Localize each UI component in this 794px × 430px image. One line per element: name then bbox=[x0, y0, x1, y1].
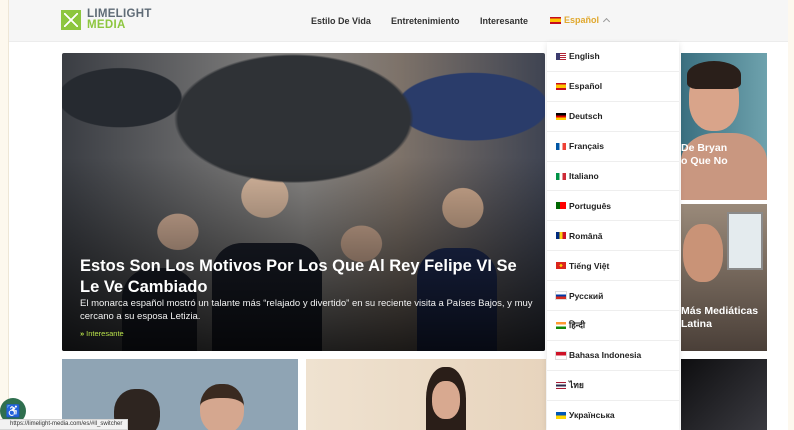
language-option-thai[interactable]: ไทย bbox=[547, 371, 679, 401]
logo-mark-icon bbox=[61, 10, 81, 30]
side-card-image bbox=[687, 61, 741, 89]
page-frame: LIMELIGHT MEDIA Estilo De Vida Entreteni… bbox=[8, 0, 788, 430]
language-option-portugues[interactable]: Português bbox=[547, 191, 679, 222]
language-option-romana[interactable]: Română bbox=[547, 221, 679, 252]
card-image bbox=[432, 381, 460, 419]
language-label: Bahasa Indonesia bbox=[569, 350, 642, 361]
hero-title[interactable]: Estos Son Los Motivos Por Los Que Al Rey… bbox=[80, 256, 535, 298]
vietnam-flag-icon bbox=[556, 262, 566, 270]
language-option-ukrainian[interactable]: Українська bbox=[547, 401, 679, 430]
nav-interesante[interactable]: Interesante bbox=[480, 16, 528, 26]
side-card-image bbox=[727, 212, 763, 270]
side-card-title[interactable]: Más Mediáticas Latina bbox=[681, 305, 758, 331]
italy-flag-icon bbox=[556, 172, 566, 180]
france-flag-icon bbox=[556, 142, 566, 150]
us-flag-icon bbox=[556, 52, 566, 60]
language-option-italiano[interactable]: Italiano bbox=[547, 162, 679, 192]
spain-flag-icon bbox=[550, 16, 561, 24]
side-card-image bbox=[683, 224, 723, 282]
language-option-hindi[interactable]: हिन्दी bbox=[547, 311, 679, 341]
site-header: LIMELIGHT MEDIA Estilo De Vida Entreteni… bbox=[9, 0, 788, 42]
portugal-flag-icon bbox=[556, 202, 566, 210]
india-flag-icon bbox=[556, 321, 566, 329]
language-option-espanol[interactable]: Español bbox=[547, 72, 679, 102]
language-label: Italiano bbox=[569, 171, 599, 181]
language-label: Deutsch bbox=[569, 111, 603, 122]
indonesia-flag-icon bbox=[555, 350, 567, 360]
language-option-tieng-viet[interactable]: Tiếng Việt bbox=[547, 251, 679, 282]
card-image bbox=[200, 384, 244, 430]
language-label: Українська bbox=[569, 410, 615, 421]
nav-entretenimiento[interactable]: Entretenimiento bbox=[391, 16, 460, 26]
nav-estilo-de-vida[interactable]: Estilo De Vida bbox=[311, 16, 371, 26]
current-language-label: Español bbox=[564, 15, 600, 25]
language-option-russian[interactable]: Pусский bbox=[547, 281, 679, 312]
browser-status-bar: https://limelight-media.com/es/#ll_switc… bbox=[0, 419, 129, 430]
language-label: हिन्दी bbox=[569, 319, 586, 330]
hero-article[interactable]: Estos Son Los Motivos Por Los Que Al Rey… bbox=[62, 53, 545, 351]
language-label: Tiếng Việt bbox=[569, 260, 610, 271]
language-option-deutsch[interactable]: Deutsch bbox=[547, 102, 679, 132]
side-card-2[interactable]: Más Mediáticas Latina bbox=[681, 204, 767, 351]
language-label: Pусский bbox=[569, 290, 604, 301]
side-card-1[interactable]: De Bryan o Que No bbox=[681, 53, 767, 200]
language-label: Español bbox=[569, 81, 603, 92]
chevron-up-icon bbox=[602, 17, 611, 25]
side-card-title-line: Latina bbox=[681, 318, 712, 330]
side-card-title-line: o Que No bbox=[681, 155, 728, 167]
hero-category[interactable]: » Interesante bbox=[80, 329, 124, 338]
side-card-3[interactable] bbox=[681, 359, 767, 430]
side-card-title-line: De Bryan bbox=[681, 142, 728, 154]
hero-category-label: Interesante bbox=[86, 329, 124, 338]
language-label: Română bbox=[569, 230, 603, 241]
bottom-card-middle[interactable] bbox=[306, 359, 546, 430]
germany-flag-icon bbox=[556, 112, 566, 120]
language-label: ไทย bbox=[569, 380, 584, 391]
logo-line-2: MEDIA bbox=[87, 19, 126, 31]
language-option-francais[interactable]: Français bbox=[547, 132, 679, 162]
romania-flag-icon bbox=[556, 232, 566, 240]
spain-flag-icon bbox=[556, 82, 566, 90]
language-switcher[interactable]: Español bbox=[550, 15, 611, 25]
side-card-title-line: Más Mediáticas bbox=[681, 305, 759, 317]
language-option-english[interactable]: English bbox=[547, 42, 679, 72]
side-card-title[interactable]: De Bryan o Que No bbox=[681, 142, 728, 168]
language-label: English bbox=[569, 51, 600, 62]
ukraine-flag-icon bbox=[556, 411, 566, 419]
logo-wordmark: LIMELIGHT MEDIA bbox=[87, 8, 152, 31]
language-option-bahasa-indonesia[interactable]: Bahasa Indonesia bbox=[547, 341, 679, 371]
hero-excerpt: El monarca español mostró un talante más… bbox=[80, 298, 533, 322]
language-label: Français bbox=[569, 141, 604, 152]
russia-flag-icon bbox=[555, 291, 567, 301]
thailand-flag-icon bbox=[556, 381, 566, 389]
language-dropdown: English Español Deutsch Français Italian… bbox=[547, 42, 679, 430]
double-chevron-right-icon: » bbox=[80, 329, 85, 338]
site-logo[interactable]: LIMELIGHT MEDIA bbox=[61, 8, 152, 31]
language-label: Português bbox=[569, 200, 612, 211]
